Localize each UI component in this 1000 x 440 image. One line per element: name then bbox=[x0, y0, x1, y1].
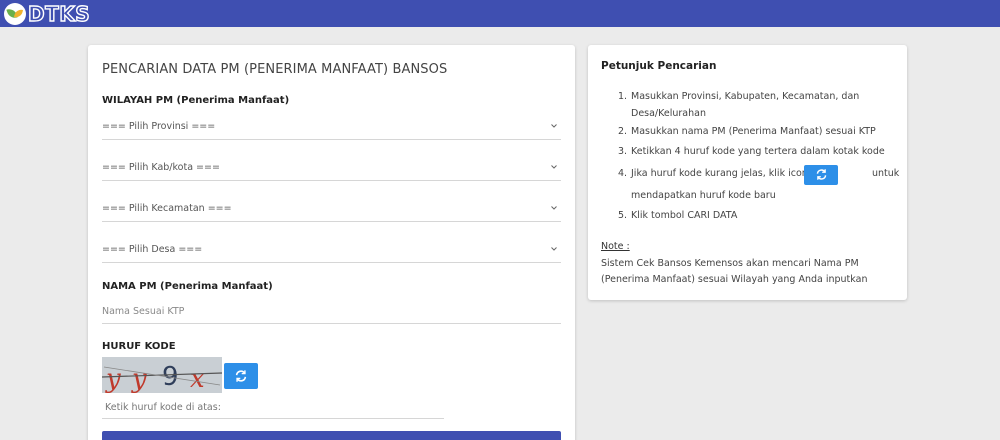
kode-label: HURUF KODE bbox=[102, 341, 176, 352]
step-text: mendapatkan huruf kode baru bbox=[631, 190, 776, 201]
step-text: untuk bbox=[872, 168, 900, 179]
kecamatan-select-value: === Pilih Kecamatan === bbox=[102, 203, 232, 214]
step-text: Desa/Kelurahan bbox=[631, 108, 706, 119]
step-number: 2. bbox=[618, 126, 628, 137]
kode-input-placeholder: Ketik huruf kode di atas: bbox=[105, 402, 221, 413]
chevron-down-icon bbox=[551, 205, 557, 211]
step-text: Masukkan nama PM (Penerima Manfaat) sesu… bbox=[631, 126, 876, 137]
guide-title: Petunjuk Pencarian bbox=[601, 60, 717, 72]
chevron-down-icon bbox=[551, 123, 557, 129]
dtks-logo[interactable]: DTKS bbox=[4, 1, 90, 26]
cari-data-button[interactable] bbox=[102, 431, 561, 440]
guide-refresh-button[interactable] bbox=[804, 165, 838, 185]
refresh-icon bbox=[815, 166, 828, 185]
kecamatan-select[interactable]: === Pilih Kecamatan === bbox=[102, 198, 561, 222]
captcha-image: y y 9 x bbox=[102, 357, 222, 393]
search-form-card: PENCARIAN DATA PM (PENERIMA MANFAAT) BAN… bbox=[88, 45, 575, 440]
form-title: PENCARIAN DATA PM (PENERIMA MANFAAT) BAN… bbox=[102, 62, 448, 77]
kabkota-select[interactable]: === Pilih Kab/kota === bbox=[102, 157, 561, 181]
logo-text: DTKS bbox=[27, 1, 91, 26]
desa-select[interactable]: === Pilih Desa === bbox=[102, 239, 561, 263]
guide-card: Petunjuk Pencarian 1. Masukkan Provinsi,… bbox=[588, 45, 907, 300]
chevron-down-icon bbox=[551, 246, 557, 252]
captcha-char-2: y bbox=[131, 364, 147, 393]
step-text: Masukkan Provinsi, Kabupaten, Kecamatan,… bbox=[631, 91, 860, 102]
step-text: Ketikkan 4 huruf kode yang tertera dalam… bbox=[631, 146, 885, 157]
note-label: Note : bbox=[601, 241, 630, 252]
provinsi-select-value: === Pilih Provinsi === bbox=[102, 121, 216, 132]
chevron-down-icon bbox=[551, 164, 557, 170]
captcha-char-4: x bbox=[190, 364, 205, 393]
step-number: 5. bbox=[618, 210, 628, 221]
nama-label: NAMA PM (Penerima Manfaat) bbox=[102, 281, 273, 292]
provinsi-select[interactable]: === Pilih Provinsi === bbox=[102, 116, 561, 140]
step-number: 3. bbox=[618, 146, 628, 157]
desa-select-value: === Pilih Desa === bbox=[102, 244, 203, 255]
logo-emblem-icon bbox=[4, 2, 26, 25]
wilayah-label: WILAYAH PM (Penerima Manfaat) bbox=[102, 95, 290, 106]
step-number: 1. bbox=[618, 91, 628, 102]
nama-input[interactable]: Nama Sesuai KTP bbox=[102, 300, 561, 324]
step-text: Jika huruf kode kurang jelas, klik icon bbox=[631, 168, 808, 179]
step-number: 4. bbox=[618, 168, 628, 179]
refresh-captcha-button[interactable] bbox=[224, 363, 258, 389]
nama-input-placeholder: Nama Sesuai KTP bbox=[102, 306, 185, 317]
kabkota-select-value: === Pilih Kab/kota === bbox=[102, 162, 220, 173]
top-navbar: DTKS bbox=[0, 0, 1000, 27]
kode-input[interactable]: Ketik huruf kode di atas: bbox=[102, 399, 444, 419]
note-text: Sistem Cek Bansos Kemensos akan mencari … bbox=[601, 258, 868, 285]
refresh-icon bbox=[234, 369, 248, 383]
step-text: Klik tombol CARI DATA bbox=[631, 210, 738, 221]
